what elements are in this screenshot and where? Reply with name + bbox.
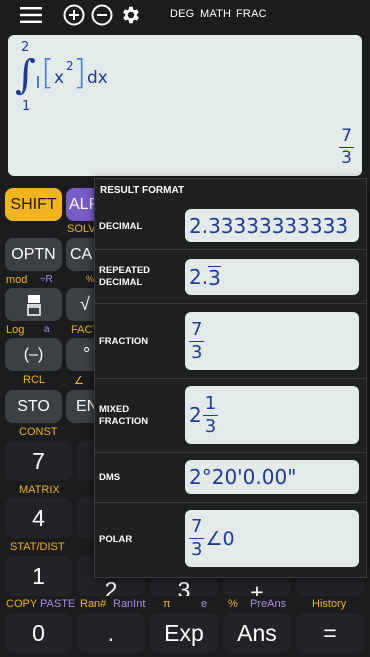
- plus-key-label: +: [250, 579, 264, 596]
- matrix-label: MATRIX: [19, 484, 60, 496]
- solve-label: SOLV: [67, 223, 96, 235]
- two-key-label: 2: [104, 577, 118, 596]
- polar-option[interactable]: 7 3 ∠0: [185, 510, 359, 567]
- polar-denominator: 3: [189, 538, 205, 560]
- const-label: CONST: [19, 426, 58, 438]
- hamburger-menu-icon[interactable]: [19, 3, 43, 27]
- mixed-fraction-label: MIXED FRACTION: [99, 404, 149, 427]
- result-fraction: 7 3: [339, 128, 354, 167]
- divider: [95, 249, 366, 250]
- integral-sign: ∫: [15, 52, 36, 98]
- divider: [95, 303, 366, 304]
- gear-icon[interactable]: [119, 3, 143, 27]
- fraction-option[interactable]: 7 3: [185, 312, 359, 370]
- ans-key[interactable]: Ans: [223, 613, 291, 653]
- output-mode: FRAC: [236, 8, 267, 20]
- paste-label: PASTE: [40, 598, 76, 610]
- plus-circle-icon[interactable]: [62, 3, 86, 27]
- polar-fraction: 7 3: [189, 516, 205, 560]
- small-percent-label: %: [86, 274, 95, 284]
- input-mode: MATH: [200, 8, 232, 20]
- divider: [95, 502, 366, 503]
- popup-title: RESULT FORMAT: [100, 185, 185, 196]
- dx-label: dx: [87, 68, 108, 88]
- mod-label: mod: [6, 274, 28, 286]
- dms-label: DMS: [99, 472, 121, 483]
- one-key[interactable]: 1: [5, 556, 72, 596]
- sto-key[interactable]: STO: [5, 390, 62, 423]
- decimal-option[interactable]: 2.33333333333: [185, 209, 359, 242]
- preans-label: PreAns: [250, 598, 287, 610]
- pi-label: π: [163, 598, 171, 610]
- ran-label: Ran#: [80, 598, 107, 610]
- repeated-decimal-whole: 2.: [189, 265, 209, 289]
- stat-dist-label: STAT/DIST: [10, 541, 65, 553]
- dms-value: 2°20'0.00": [189, 465, 297, 489]
- fraction-numerator: 7: [191, 318, 203, 340]
- divider: [95, 452, 366, 453]
- a-label: a: [44, 324, 50, 335]
- repeated-decimal-option[interactable]: 2. 3: [185, 259, 359, 295]
- seven-key[interactable]: 7: [5, 441, 72, 481]
- mixed-whole: 2: [189, 403, 202, 427]
- fraction-value: 7 3: [189, 318, 205, 363]
- mixed-numerator: 1: [204, 392, 217, 414]
- fraction-icon: [26, 294, 41, 316]
- repeated-decimal-digit: 3: [208, 266, 221, 290]
- divider: [95, 378, 366, 379]
- copy-label: COPY: [6, 598, 38, 610]
- minus-circle-icon[interactable]: [90, 3, 114, 27]
- rcl-label: RCL: [23, 374, 46, 386]
- top-bar: DEG MATH FRAC: [0, 0, 370, 30]
- integral-lower-limit: 1: [22, 99, 31, 114]
- fraction-key[interactable]: [5, 288, 62, 321]
- optn-key[interactable]: OPTN: [5, 238, 62, 271]
- integrand-base: x: [54, 68, 65, 88]
- decimal-value: 2.33333333333: [189, 213, 349, 238]
- polar-angle: ∠0: [205, 527, 235, 550]
- result-numerator: 7: [341, 126, 352, 146]
- polar-numerator: 7: [191, 516, 203, 537]
- fraction-label: FRACTION: [99, 336, 149, 347]
- negative-key[interactable]: (–): [5, 338, 62, 371]
- ranint-label: RanInt: [113, 598, 146, 610]
- dms-option[interactable]: 2°20'0.00": [185, 460, 359, 494]
- mixed-fraction-part: 1 3: [202, 392, 219, 437]
- e-label: e: [201, 598, 208, 610]
- mixed-denominator: 3: [202, 414, 219, 437]
- four-key[interactable]: 4: [5, 498, 72, 538]
- zero-key[interactable]: 0: [5, 613, 72, 653]
- equals-key[interactable]: =: [296, 613, 364, 653]
- log-label: Log: [6, 324, 25, 336]
- angle-mode: DEG: [170, 8, 195, 20]
- expression-display[interactable]: 2 ∫ 1 [ x 2 ] dx 7 3: [8, 35, 362, 176]
- history-label: History: [312, 598, 347, 610]
- repeated-decimal-label: REPEATED DECIMAL: [99, 265, 151, 288]
- shift-key[interactable]: SHIFT: [5, 188, 62, 221]
- text-cursor: [37, 76, 39, 88]
- percent-label: %: [228, 598, 238, 610]
- exp-key[interactable]: Exp: [150, 613, 218, 653]
- angle-label: ∠: [74, 375, 84, 387]
- decimal-point-key[interactable]: .: [77, 613, 145, 653]
- right-bracket: ]: [73, 53, 87, 93]
- left-bracket: [: [41, 53, 55, 93]
- result-format-popup: RESULT FORMAT DECIMAL 2.33333333333 REPE…: [94, 178, 367, 578]
- three-key-label: 3: [177, 577, 191, 596]
- fraction-denominator: 3: [189, 340, 205, 363]
- mixed-fraction-option[interactable]: 2 1 3: [185, 386, 359, 444]
- sqrt-icon: √: [80, 294, 90, 314]
- decimal-label: DECIMAL: [99, 221, 143, 232]
- div-r-label: ÷R: [40, 274, 53, 285]
- polar-label: POLAR: [99, 534, 133, 545]
- calculator-app: { "topbar":{"menu_icon":"hamburger-menu-…: [0, 0, 370, 657]
- result-denominator: 3: [339, 147, 354, 168]
